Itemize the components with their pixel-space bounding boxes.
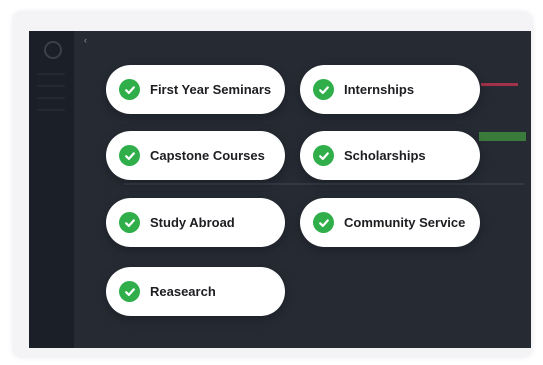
check-circle-icon: [119, 79, 140, 100]
sidebar-item[interactable]: [37, 109, 65, 111]
check-circle-icon: [119, 145, 140, 166]
option-community-service[interactable]: Community Service: [300, 198, 480, 247]
option-first-year-seminars[interactable]: First Year Seminars: [106, 65, 285, 114]
sidebar-item[interactable]: [37, 97, 65, 99]
option-capstone-courses[interactable]: Capstone Courses: [106, 131, 285, 180]
sidebar: [29, 31, 74, 348]
option-scholarships[interactable]: Scholarships: [300, 131, 480, 180]
check-circle-icon: [313, 145, 334, 166]
option-label: First Year Seminars: [150, 82, 272, 97]
option-label: Capstone Courses: [150, 148, 265, 163]
check-circle-icon: [313, 212, 334, 233]
sidebar-item[interactable]: [37, 73, 65, 75]
check-circle-icon: [313, 79, 334, 100]
option-internships[interactable]: Internships: [300, 65, 480, 114]
background-status-bar: [481, 83, 518, 86]
check-circle-icon: [119, 281, 140, 302]
option-label: Community Service: [344, 215, 466, 230]
option-label: Internships: [344, 82, 415, 97]
option-label: Study Abroad: [150, 215, 235, 230]
option-label: Scholarships: [344, 148, 426, 163]
back-chevron-icon[interactable]: ‹: [84, 35, 87, 45]
sidebar-item[interactable]: [37, 85, 65, 87]
check-circle-icon: [119, 212, 140, 233]
background-action-bar: [479, 132, 526, 141]
option-study-abroad[interactable]: Study Abroad: [106, 198, 285, 247]
logo-icon: [44, 41, 62, 59]
background-divider: [124, 183, 524, 185]
option-label: Reasearch: [150, 284, 216, 299]
option-research[interactable]: Reasearch: [106, 267, 285, 316]
